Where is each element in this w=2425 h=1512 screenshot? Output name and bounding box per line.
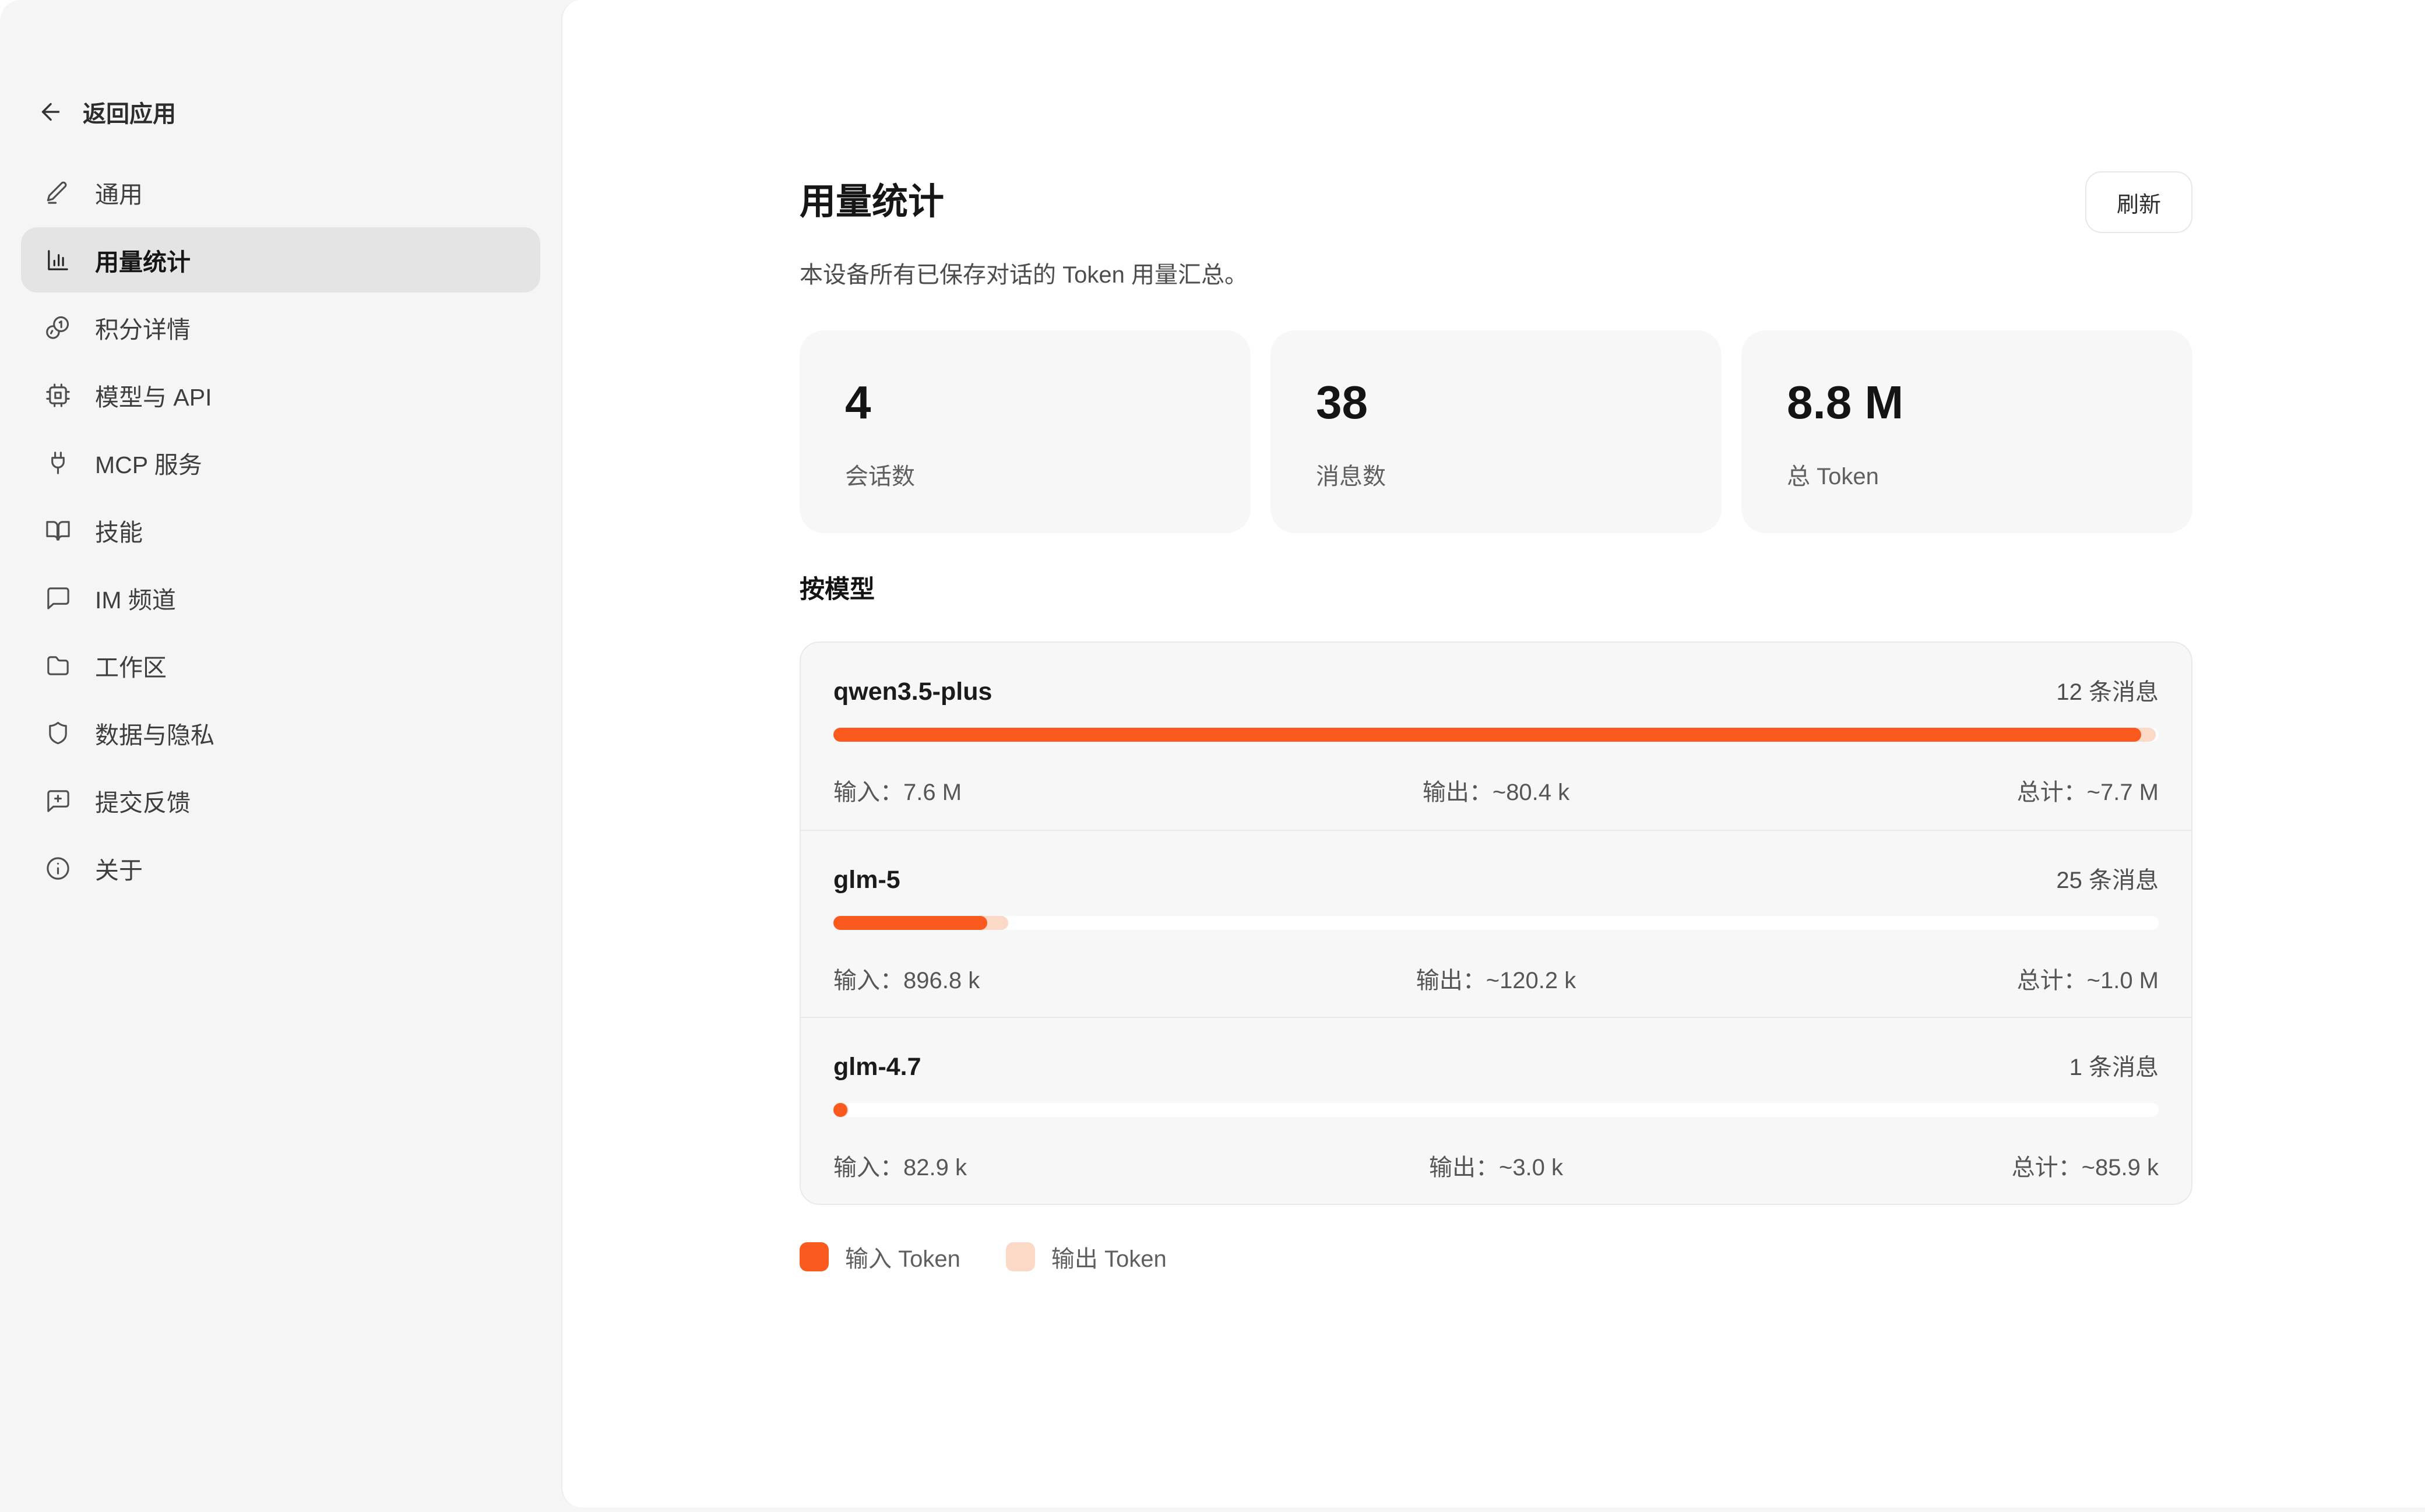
sidebar-item-label: IM 频道: [95, 580, 176, 615]
folder-icon: [44, 652, 72, 679]
output-tokens-stat: 输出：~80.4 k: [1423, 773, 1569, 807]
back-label: 返回应用: [83, 95, 176, 129]
token-usage-bar: [833, 916, 2159, 930]
feedback-icon: [44, 787, 72, 815]
stat-value: 8.8 M: [1787, 378, 2147, 427]
output-tokens-stat: 输出：~3.0 k: [1429, 1148, 1563, 1182]
stat-value: 4: [845, 378, 1205, 427]
coins-icon: [44, 314, 72, 341]
plug-icon: [44, 449, 72, 477]
shield-icon: [44, 720, 72, 747]
sidebar-item-privacy[interactable]: 数据与隐私: [21, 700, 540, 766]
model-message-count: 1 条消息: [2069, 1048, 2159, 1082]
stat-card-sessions: 4 会话数: [800, 330, 1251, 533]
input-token-segment: [833, 916, 987, 930]
output-token-swatch: [1006, 1242, 1035, 1271]
sidebar-item-label: 技能: [95, 513, 143, 548]
page-header: 用量统计 刷新: [800, 171, 2192, 233]
app-window: 返回应用 通用 用量统计 积分详情: [0, 0, 2425, 1512]
input-tokens-stat: 输入：896.8 k: [833, 961, 1416, 995]
chat-bubble-icon: [44, 584, 72, 612]
stat-label: 会话数: [845, 457, 1205, 491]
bar-chart-icon: [44, 246, 72, 274]
sidebar-item-label: 提交反馈: [95, 783, 191, 818]
input-token-swatch: [800, 1242, 829, 1271]
token-usage-bar: [833, 728, 2159, 742]
by-model-section-title: 按模型: [800, 574, 2192, 605]
sidebar-item-label: 数据与隐私: [95, 716, 214, 750]
model-name: qwen3.5-plus: [833, 678, 992, 706]
input-token-segment: [833, 728, 2141, 742]
sidebar-item-feedback[interactable]: 提交反馈: [21, 768, 540, 833]
model-name: glm-4.7: [833, 1053, 921, 1081]
sidebar-item-label: 积分详情: [95, 310, 191, 345]
sidebar-item-label: 关于: [95, 851, 143, 886]
legend-output-token: 输出 Token: [1006, 1240, 1167, 1274]
stat-value: 38: [1316, 378, 1676, 427]
stat-card-messages: 38 消息数: [1270, 330, 1722, 533]
sidebar-item-workspace[interactable]: 工作区: [21, 633, 540, 698]
sidebar-item-mcp[interactable]: MCP 服务: [21, 430, 540, 495]
sidebar-item-skills[interactable]: 技能: [21, 498, 540, 563]
model-name: glm-5: [833, 866, 900, 894]
settings-sidebar: 返回应用 通用 用量统计 积分详情: [0, 0, 561, 1512]
usage-stats-panel: 用量统计 刷新 本设备所有已保存对话的 Token 用量汇总。 4 会话数 38…: [561, 0, 2425, 1507]
total-tokens-stat: 总计：~85.9 k: [2012, 1148, 2159, 1182]
model-usage-card: qwen3.5-plus 12 条消息 输入：7.6 M 输出：~80.4 k …: [800, 642, 2192, 1205]
output-tokens-stat: 输出：~120.2 k: [1416, 961, 1576, 995]
model-message-count: 25 条消息: [2056, 861, 2159, 895]
summary-cards: 4 会话数 38 消息数 8.8 M 总 Token: [800, 330, 2192, 533]
token-usage-bar: [833, 1103, 2159, 1117]
sidebar-item-label: 通用: [95, 175, 143, 210]
sidebar-item-label: 用量统计: [95, 242, 191, 277]
input-tokens-stat: 输入：7.6 M: [833, 773, 1423, 807]
sidebar-item-label: 工作区: [95, 648, 167, 683]
sidebar-item-im-channels[interactable]: IM 频道: [21, 565, 540, 630]
refresh-button[interactable]: 刷新: [2085, 171, 2192, 233]
model-row-qwen35-plus: qwen3.5-plus 12 条消息 输入：7.6 M 输出：~80.4 k …: [801, 643, 2191, 830]
page-title: 用量统计: [800, 179, 944, 225]
book-open-icon: [44, 517, 72, 544]
sidebar-item-models-api[interactable]: 模型与 API: [21, 362, 540, 428]
model-row-glm-47: glm-4.7 1 条消息 输入：82.9 k 输出：~3.0 k 总计：~85…: [801, 1017, 2191, 1204]
total-tokens-stat: 总计：~1.0 M: [2017, 961, 2159, 995]
total-tokens-stat: 总计：~7.7 M: [2017, 773, 2159, 807]
sidebar-nav: 通用 用量统计 积分详情 模型与 API: [21, 160, 540, 901]
model-row-glm-5: glm-5 25 条消息 输入：896.8 k 输出：~120.2 k 总计：~…: [801, 830, 2191, 1017]
input-tokens-stat: 输入：82.9 k: [833, 1148, 1429, 1182]
sidebar-item-about[interactable]: 关于: [21, 836, 540, 901]
stat-card-total-tokens: 8.8 M 总 Token: [1741, 330, 2192, 533]
stat-label: 总 Token: [1787, 457, 2147, 491]
back-to-app-button[interactable]: 返回应用: [21, 87, 540, 136]
info-icon: [44, 855, 72, 882]
token-legend: 输入 Token 输出 Token: [800, 1240, 2192, 1274]
cpu-icon: [44, 382, 72, 409]
input-token-segment: [833, 1103, 847, 1117]
sidebar-item-usage-stats[interactable]: 用量统计: [21, 227, 540, 292]
sidebar-item-general[interactable]: 通用: [21, 160, 540, 225]
arrow-left-icon: [37, 98, 64, 125]
model-message-count: 12 条消息: [2056, 673, 2159, 707]
sidebar-item-label: 模型与 API: [95, 378, 212, 413]
pencil-icon: [44, 179, 72, 206]
page-subtitle: 本设备所有已保存对话的 Token 用量汇总。: [800, 259, 2192, 291]
legend-input-token: 输入 Token: [800, 1240, 960, 1274]
usage-stats-content: 用量统计 刷新 本设备所有已保存对话的 Token 用量汇总。 4 会话数 38…: [800, 0, 2192, 1274]
sidebar-item-credits[interactable]: 积分详情: [21, 295, 540, 360]
sidebar-item-label: MCP 服务: [95, 445, 202, 480]
stat-label: 消息数: [1316, 457, 1676, 491]
